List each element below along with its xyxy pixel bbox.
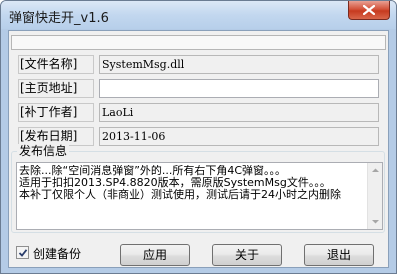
scroll-up-arrow-icon[interactable]	[371, 166, 380, 175]
client-area: [文件名称] SystemMsg.dll [主页地址] [补丁作者] LaoLi…	[8, 30, 389, 268]
author-value: LaoLi	[99, 103, 379, 122]
release-info-textbox[interactable]: 去除...除“空间消息弹窗”外的...所有右下角4C弹窗。。。 适用于扣扣201…	[16, 162, 383, 230]
exit-button[interactable]: 退出	[304, 244, 374, 266]
status-strip	[11, 35, 386, 50]
window-title: 弹窗快走开_v1.6	[9, 11, 109, 26]
checkbox-box[interactable]	[16, 246, 29, 259]
vertical-scrollbar[interactable]	[367, 163, 382, 229]
release-date-value: 2013-11-06	[99, 127, 379, 146]
file-name-value: SystemMsg.dll	[99, 55, 379, 74]
app-window: 弹窗快走开_v1.6 [文件名称] SystemMsg.dll [主页地址] […	[0, 0, 397, 274]
about-button[interactable]: 关于	[212, 244, 282, 266]
title-bar[interactable]: 弹窗快走开_v1.6	[1, 1, 396, 29]
file-name-label: [文件名称]	[18, 55, 94, 74]
close-icon	[363, 5, 375, 15]
author-label: [补丁作者]	[18, 103, 94, 122]
check-icon	[18, 249, 28, 257]
homepage-label: [主页地址]	[18, 79, 94, 98]
release-info-text: 去除...除“空间消息弹窗”外的...所有右下角4C弹窗。。。 适用于扣扣201…	[19, 165, 367, 201]
homepage-link[interactable]	[99, 79, 379, 98]
release-info-title: 发布信息	[17, 144, 70, 158]
create-backup-label: 创建备份	[33, 247, 82, 261]
apply-button[interactable]: 应用	[120, 244, 190, 266]
release-info-line: 本补丁仅限个人（非商业）测试使用，测试后请于24小时之内删除	[19, 188, 341, 201]
close-button[interactable]	[348, 1, 390, 20]
scroll-down-arrow-icon[interactable]	[371, 217, 380, 226]
